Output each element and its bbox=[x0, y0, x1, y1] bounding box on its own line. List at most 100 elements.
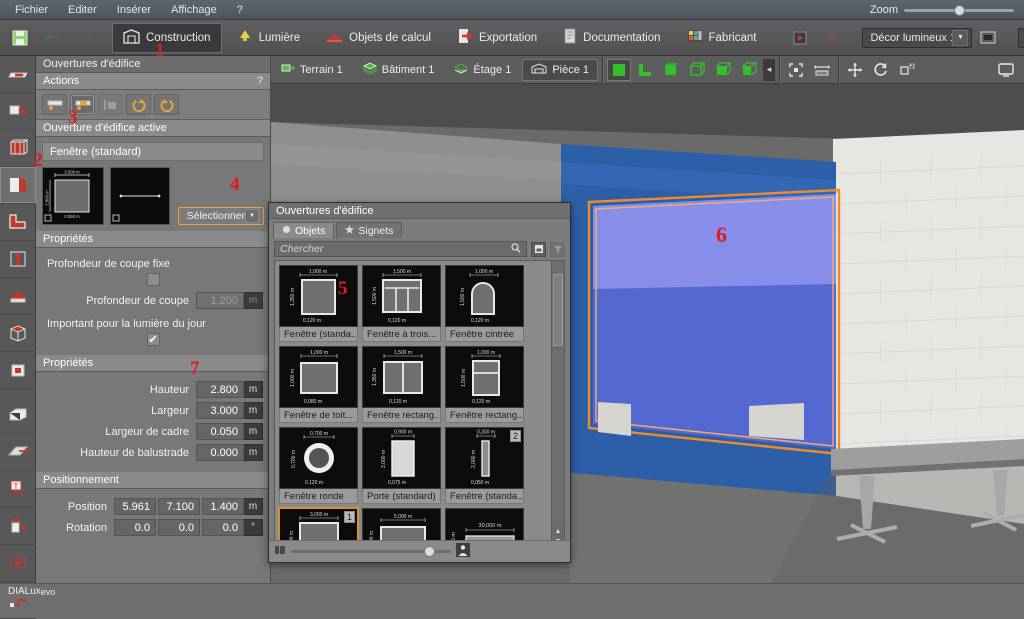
list-item[interactable]: 1,500 m 1,350 m 0,120 m Fenêtre rectang.… bbox=[362, 346, 441, 423]
rotate-button[interactable] bbox=[869, 59, 893, 81]
menu-item-fichier[interactable]: Fichier bbox=[6, 2, 57, 18]
largeur-input[interactable]: 3.000 bbox=[196, 402, 244, 419]
rail-column-tool[interactable] bbox=[0, 241, 36, 278]
grid-scrollbar[interactable]: ▲ ▼ bbox=[551, 261, 564, 547]
list-item[interactable]: 1,000 m 1,000 m 0,080 m Fenêtre de toit.… bbox=[279, 346, 358, 423]
view-wire-button[interactable] bbox=[685, 59, 709, 81]
undo-button[interactable] bbox=[37, 24, 67, 52]
list-item[interactable]: 0,700 m 0,700 m 0,120 m Fenêtre ronde bbox=[279, 427, 358, 504]
more-views-button[interactable]: ◂ bbox=[763, 58, 776, 81]
tab-objets-de-calcul[interactable]: Objets de calcul bbox=[315, 23, 442, 53]
list-item[interactable]: 0,900 m 2,000 m 0,075 m Porte (standard) bbox=[362, 427, 441, 504]
position-x-input[interactable]: 5.961 bbox=[114, 498, 156, 515]
list-item[interactable]: 1,500 m 1,500 m 0,120 m Fenêtre à trois.… bbox=[362, 265, 441, 342]
filter-button[interactable] bbox=[550, 241, 565, 257]
cut-depth-input[interactable]: 1.200 bbox=[196, 292, 244, 309]
rail-roof-tool[interactable] bbox=[0, 278, 36, 315]
rotation-y-input[interactable]: 0.0 bbox=[158, 519, 200, 536]
select-opening-button[interactable]: Sélectionner ▼ bbox=[177, 207, 264, 225]
scene-select[interactable]: Décor lumineux 1 ▼ bbox=[862, 27, 973, 48]
rotate-left-button[interactable] bbox=[126, 94, 151, 115]
chevron-down-icon-3[interactable]: ▼ bbox=[245, 209, 259, 223]
measure-button[interactable] bbox=[810, 59, 834, 81]
hauteur-input[interactable]: 2.800 bbox=[196, 381, 244, 398]
view-box-button[interactable] bbox=[737, 59, 761, 81]
view-mode-button[interactable] bbox=[531, 241, 546, 257]
tab-documentation[interactable]: Documentation bbox=[552, 23, 671, 53]
rail-building-block[interactable] bbox=[0, 130, 36, 167]
zoom-slider-handle[interactable] bbox=[954, 4, 965, 16]
fit-view-button[interactable] bbox=[784, 59, 808, 81]
planning-select[interactable]: Planification édifice et ex... ▼ bbox=[1018, 27, 1024, 48]
rail-object-place-tool[interactable] bbox=[0, 508, 36, 545]
rotation-x-input[interactable]: 0.0 bbox=[114, 519, 156, 536]
active-opening-name[interactable]: Fenêtre (standard) bbox=[42, 142, 264, 161]
scale-button[interactable] bbox=[895, 59, 919, 81]
position-z-input[interactable]: 1.400 bbox=[202, 498, 244, 515]
rail-wall-tool[interactable] bbox=[0, 56, 36, 93]
menu-item-help[interactable]: ? bbox=[228, 2, 252, 18]
tab-construction[interactable]: Construction bbox=[112, 22, 222, 53]
scene-combo-group: Décor lumineux 1 ▼ bbox=[858, 20, 1008, 56]
breadcrumb-terrain[interactable]: Terrain 1 bbox=[272, 59, 352, 81]
view-filled-button[interactable] bbox=[711, 59, 735, 81]
zoom-slider[interactable] bbox=[904, 4, 1014, 16]
breadcrumb-batiment[interactable]: Bâtiment 1 bbox=[354, 59, 444, 81]
rail-cube-tool[interactable] bbox=[0, 315, 36, 352]
fixed-cut-depth-checkbox[interactable] bbox=[146, 273, 160, 286]
thumbnail-size-slider-handle[interactable] bbox=[424, 546, 435, 557]
rail-opening-tool[interactable] bbox=[0, 167, 36, 204]
insert-opening-button[interactable] bbox=[42, 94, 67, 115]
help-icon[interactable]: ? bbox=[257, 75, 263, 87]
list-item[interactable]: 1,000 m 1,350 m 0,120 m Fenêtre (standa.… bbox=[279, 265, 358, 342]
list-item[interactable]: 1,000 m 1,500 m 0,120 m Fenêtre rectang.… bbox=[445, 346, 524, 423]
breadcrumb-piece[interactable]: Pièce 1 bbox=[522, 58, 599, 81]
rail-room-tool[interactable] bbox=[0, 93, 36, 130]
align-opening-button[interactable] bbox=[98, 94, 123, 115]
rail-corner-wall-tool[interactable] bbox=[0, 204, 36, 241]
menu-item-editer[interactable]: Editer bbox=[59, 2, 106, 18]
largeur-cadre-row: Largeur de cadre 0.050 m bbox=[43, 423, 263, 440]
tab-fabricant[interactable]: Fabricant bbox=[676, 23, 768, 53]
view-corner-button[interactable] bbox=[633, 59, 657, 81]
rail-text-label-tool[interactable]: T bbox=[0, 471, 36, 508]
chevron-down-icon[interactable]: ▼ bbox=[952, 29, 969, 46]
list-item[interactable]: 1,000 m 1,500 m 0,120 m Fenêtre cintrée bbox=[445, 265, 524, 342]
menu-item-affichage[interactable]: Affichage bbox=[162, 2, 226, 18]
search-input[interactable]: Chercher bbox=[274, 241, 527, 257]
opening-front-preview[interactable]: 3.000 m 2.800 m 0.050 m bbox=[42, 167, 104, 225]
rail-furniture-tool[interactable] bbox=[0, 397, 36, 434]
search-icon[interactable] bbox=[511, 242, 521, 256]
opening-side-preview[interactable] bbox=[110, 167, 170, 225]
app-name-label: DIALux bbox=[8, 586, 41, 597]
view-solid-button[interactable] bbox=[607, 58, 632, 81]
rotation-z-input[interactable]: 0.0 bbox=[202, 519, 244, 536]
rail-texture-cube-tool[interactable] bbox=[0, 352, 36, 389]
move-button[interactable] bbox=[843, 59, 867, 81]
rail-field-tool[interactable] bbox=[0, 545, 36, 582]
save-button[interactable] bbox=[5, 24, 35, 52]
scroll-up-icon[interactable]: ▲ bbox=[553, 526, 563, 536]
thumbnail-size-slider[interactable] bbox=[291, 546, 451, 557]
screen-view-button[interactable] bbox=[994, 59, 1018, 81]
largeur-cadre-input[interactable]: 0.050 bbox=[196, 423, 244, 440]
list-item[interactable]: 0,300 m 2,000 m 0,050 m 2 Fenêtre (stand… bbox=[445, 427, 524, 504]
rotate-right-button[interactable] bbox=[154, 94, 179, 115]
redo-button[interactable] bbox=[69, 24, 99, 52]
tab-objets[interactable]: Objets bbox=[273, 222, 335, 238]
breadcrumb-etage[interactable]: Étage 1 bbox=[445, 59, 520, 81]
tab-exportation[interactable]: Exportation bbox=[446, 23, 548, 53]
hauteur-balustrade-input[interactable]: 0.000 bbox=[196, 444, 244, 461]
tab-lumiere[interactable]: Lumière bbox=[226, 23, 312, 53]
start-render-button[interactable] bbox=[785, 24, 815, 52]
menu-item-inserer[interactable]: Insérer bbox=[108, 2, 160, 18]
scene-settings-button[interactable] bbox=[973, 24, 1003, 52]
view-shaded-button[interactable] bbox=[659, 59, 683, 81]
rail-floor-plane-tool[interactable] bbox=[0, 434, 36, 471]
grid-scrollbar-thumb[interactable] bbox=[553, 274, 563, 346]
daylight-checkbox[interactable]: ✔ bbox=[146, 333, 160, 346]
position-y-input[interactable]: 7.100 bbox=[158, 498, 200, 515]
tab-signets[interactable]: Signets bbox=[336, 222, 403, 238]
preview-person-icon[interactable] bbox=[456, 543, 470, 560]
stop-render-button[interactable] bbox=[817, 24, 847, 52]
